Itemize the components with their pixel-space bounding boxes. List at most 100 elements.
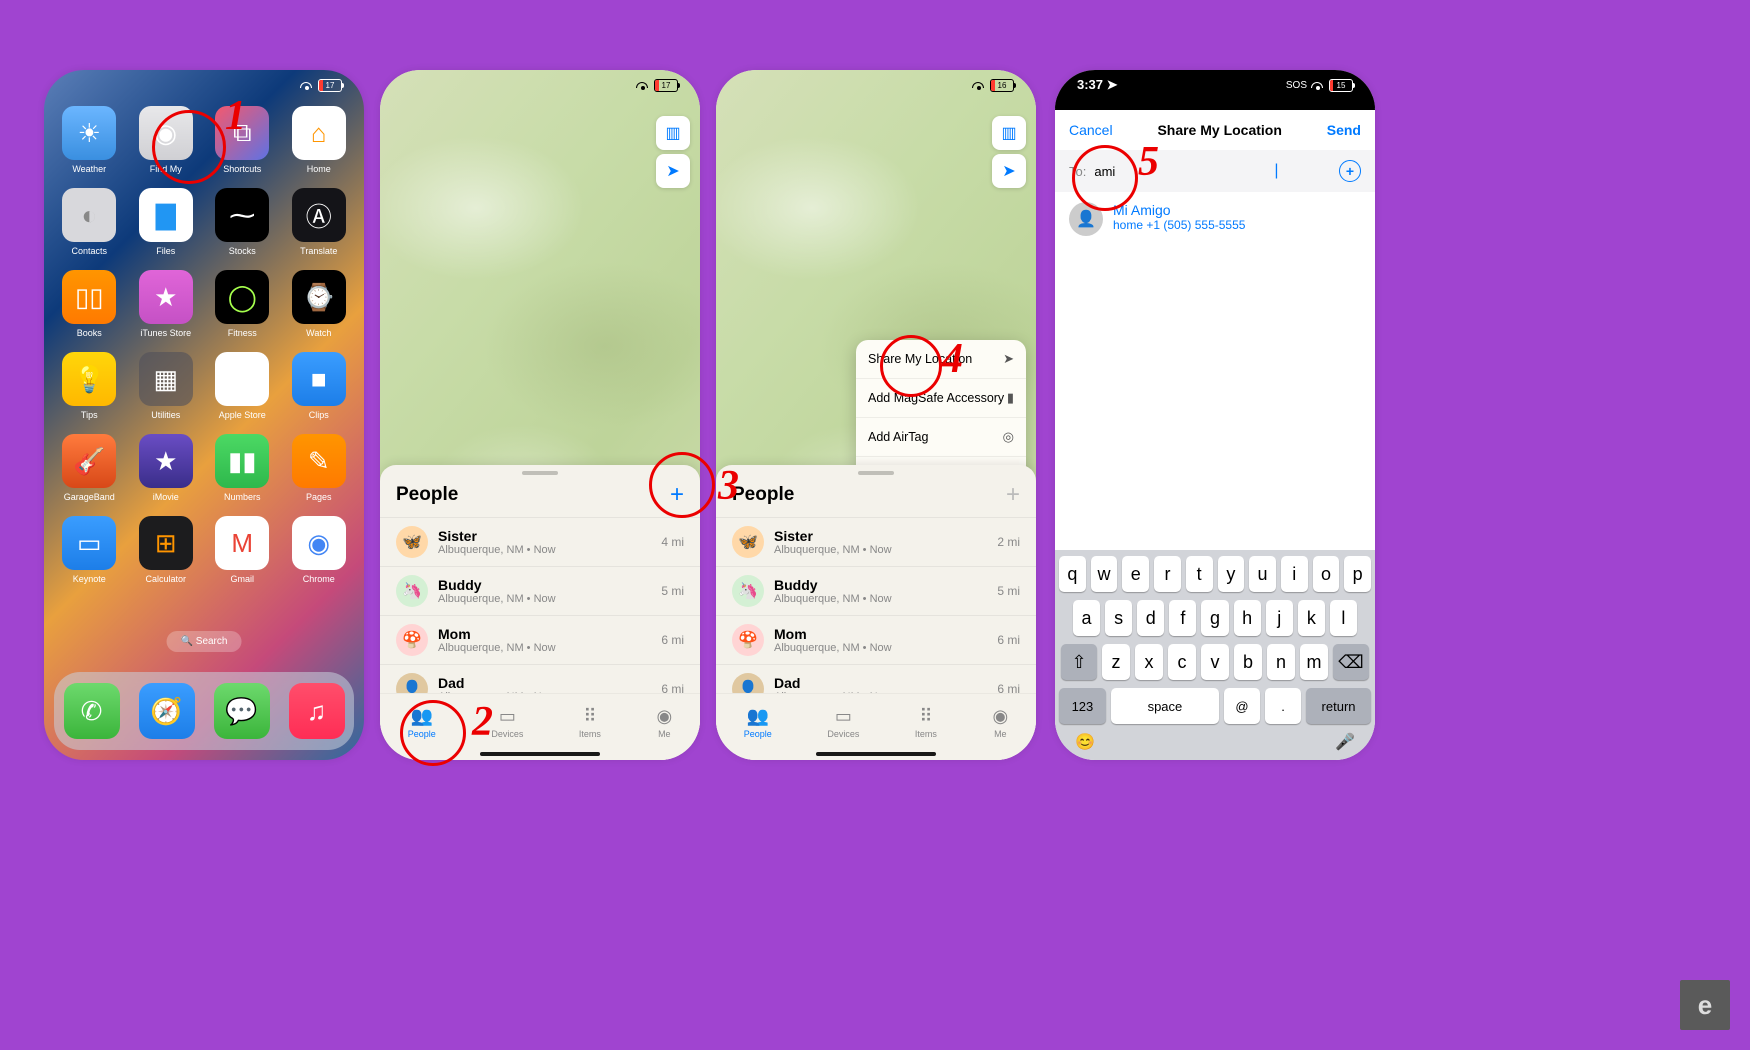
- app-calculator[interactable]: ⊞Calculator: [131, 516, 202, 584]
- tab-devices[interactable]: ▭Devices: [827, 706, 859, 739]
- dock-app[interactable]: ♫: [289, 683, 345, 739]
- dictation-button[interactable]: 🎤: [1335, 732, 1355, 752]
- person-row[interactable]: 🍄MomAlbuquerque, NM • Now6 mi: [716, 615, 1036, 664]
- map-locate-button[interactable]: ➤: [656, 154, 690, 188]
- key-123[interactable]: 123: [1059, 688, 1106, 724]
- key-y[interactable]: y: [1218, 556, 1245, 592]
- key-space[interactable]: space: [1111, 688, 1219, 724]
- person-row[interactable]: 🦋SisterAlbuquerque, NM • Now4 mi: [380, 517, 700, 566]
- app-fitness[interactable]: ◯Fitness: [207, 270, 278, 338]
- key-g[interactable]: g: [1201, 600, 1228, 636]
- tab-me[interactable]: ◉Me: [656, 706, 672, 739]
- app-garageband[interactable]: 🎸GarageBand: [54, 434, 125, 502]
- key-t[interactable]: t: [1186, 556, 1213, 592]
- app-pages[interactable]: ✎Pages: [284, 434, 355, 502]
- contact-suggestion[interactable]: 👤 Mi Amigo home +1 (505) 555-5555: [1055, 192, 1375, 246]
- map-locate-button[interactable]: ➤: [992, 154, 1026, 188]
- key-b[interactable]: b: [1234, 644, 1262, 680]
- key-l[interactable]: l: [1330, 600, 1357, 636]
- sheet-grabber[interactable]: [858, 471, 894, 475]
- person-row[interactable]: 🦄BuddyAlbuquerque, NM • Now5 mi: [716, 566, 1036, 615]
- map-layers-button[interactable]: ▥: [656, 116, 690, 150]
- add-person-button[interactable]: +: [1006, 481, 1020, 509]
- app-chrome[interactable]: ◉Chrome: [284, 516, 355, 584]
- menu-item[interactable]: Add MagSafe Accessory▮: [856, 379, 1026, 418]
- key-p[interactable]: p: [1344, 556, 1371, 592]
- key-dot[interactable]: .: [1265, 688, 1301, 724]
- home-indicator[interactable]: [816, 752, 936, 756]
- key-r[interactable]: r: [1154, 556, 1181, 592]
- key-s[interactable]: s: [1105, 600, 1132, 636]
- key-u[interactable]: u: [1249, 556, 1276, 592]
- app-apple-store[interactable]: Apple Store: [207, 352, 278, 420]
- app-imovie[interactable]: ★iMovie: [131, 434, 202, 502]
- tab-items[interactable]: ⠿Items: [579, 706, 601, 739]
- key-at[interactable]: @: [1224, 688, 1260, 724]
- phone-findmy-people: 3:31 ➤ SOS 17 ▥ ➤ People + 🦋SisterAlbuqu…: [380, 70, 700, 760]
- app-gmail[interactable]: MGmail: [207, 516, 278, 584]
- key-h[interactable]: h: [1234, 600, 1261, 636]
- key-o[interactable]: o: [1313, 556, 1340, 592]
- person-row[interactable]: 🦋SisterAlbuquerque, NM • Now2 mi: [716, 517, 1036, 566]
- key-d[interactable]: d: [1137, 600, 1164, 636]
- dock-app[interactable]: 🧭: [139, 683, 195, 739]
- battery-icon: 17: [318, 79, 342, 92]
- key-z[interactable]: z: [1102, 644, 1130, 680]
- key-j[interactable]: j: [1266, 600, 1293, 636]
- key-q[interactable]: q: [1059, 556, 1086, 592]
- tab-me[interactable]: ◉Me: [992, 706, 1008, 739]
- wifi-icon: [636, 80, 650, 90]
- app-tips[interactable]: 💡Tips: [54, 352, 125, 420]
- app-home[interactable]: ⌂Home: [284, 106, 355, 174]
- map-layers-button[interactable]: ▥: [992, 116, 1026, 150]
- sheet-grabber[interactable]: [522, 471, 558, 475]
- app-numbers[interactable]: ▮▮Numbers: [207, 434, 278, 502]
- menu-item[interactable]: Share My Location➤: [856, 340, 1026, 379]
- wifi-icon: [1311, 80, 1325, 90]
- home-indicator[interactable]: [480, 752, 600, 756]
- app-utilities[interactable]: ▦Utilities: [131, 352, 202, 420]
- key-c[interactable]: c: [1168, 644, 1196, 680]
- cancel-button[interactable]: Cancel: [1069, 122, 1113, 138]
- recipient-input[interactable]: [1092, 163, 1272, 180]
- person-row[interactable]: 🦄BuddyAlbuquerque, NM • Now5 mi: [380, 566, 700, 615]
- app-keynote[interactable]: ▭Keynote: [54, 516, 125, 584]
- tab-people[interactable]: 👥People: [408, 706, 436, 739]
- dock-app[interactable]: ✆: [64, 683, 120, 739]
- app-clips[interactable]: ■Clips: [284, 352, 355, 420]
- tab-people[interactable]: 👥People: [744, 706, 772, 739]
- emoji-button[interactable]: 😊: [1075, 732, 1095, 752]
- key-m[interactable]: m: [1300, 644, 1328, 680]
- app-watch[interactable]: ⌚Watch: [284, 270, 355, 338]
- person-row[interactable]: 🍄MomAlbuquerque, NM • Now6 mi: [380, 615, 700, 664]
- send-button[interactable]: Send: [1327, 122, 1361, 138]
- app-itunes-store[interactable]: ★iTunes Store: [131, 270, 202, 338]
- key-a[interactable]: a: [1073, 600, 1100, 636]
- tab-devices[interactable]: ▭Devices: [491, 706, 523, 739]
- spotlight-search[interactable]: 🔍 Search: [167, 631, 242, 652]
- key-k[interactable]: k: [1298, 600, 1325, 636]
- dock-app[interactable]: 💬: [214, 683, 270, 739]
- key-shift[interactable]: ⇧: [1061, 644, 1097, 680]
- app-books[interactable]: ▯▯Books: [54, 270, 125, 338]
- app-stocks[interactable]: ⁓Stocks: [207, 188, 278, 256]
- app-files[interactable]: ▇Files: [131, 188, 202, 256]
- key-e[interactable]: e: [1122, 556, 1149, 592]
- key-w[interactable]: w: [1091, 556, 1118, 592]
- key-delete[interactable]: ⌫: [1333, 644, 1369, 680]
- key-x[interactable]: x: [1135, 644, 1163, 680]
- app-translate[interactable]: ⒶTranslate: [284, 188, 355, 256]
- key-return[interactable]: return: [1306, 688, 1371, 724]
- app-contacts[interactable]: ◐Contacts: [54, 188, 125, 256]
- app-weather[interactable]: ☀Weather: [54, 106, 125, 174]
- key-f[interactable]: f: [1169, 600, 1196, 636]
- app-find-my[interactable]: ◉Find My: [131, 106, 202, 174]
- status-bar: 3:37 ➤ SOS 15: [1055, 70, 1375, 96]
- key-i[interactable]: i: [1281, 556, 1308, 592]
- menu-item[interactable]: Add AirTag◎: [856, 418, 1026, 457]
- key-v[interactable]: v: [1201, 644, 1229, 680]
- add-contact-button[interactable]: +: [1339, 160, 1361, 182]
- key-n[interactable]: n: [1267, 644, 1295, 680]
- tab-items[interactable]: ⠿Items: [915, 706, 937, 739]
- add-person-button[interactable]: +: [670, 481, 684, 509]
